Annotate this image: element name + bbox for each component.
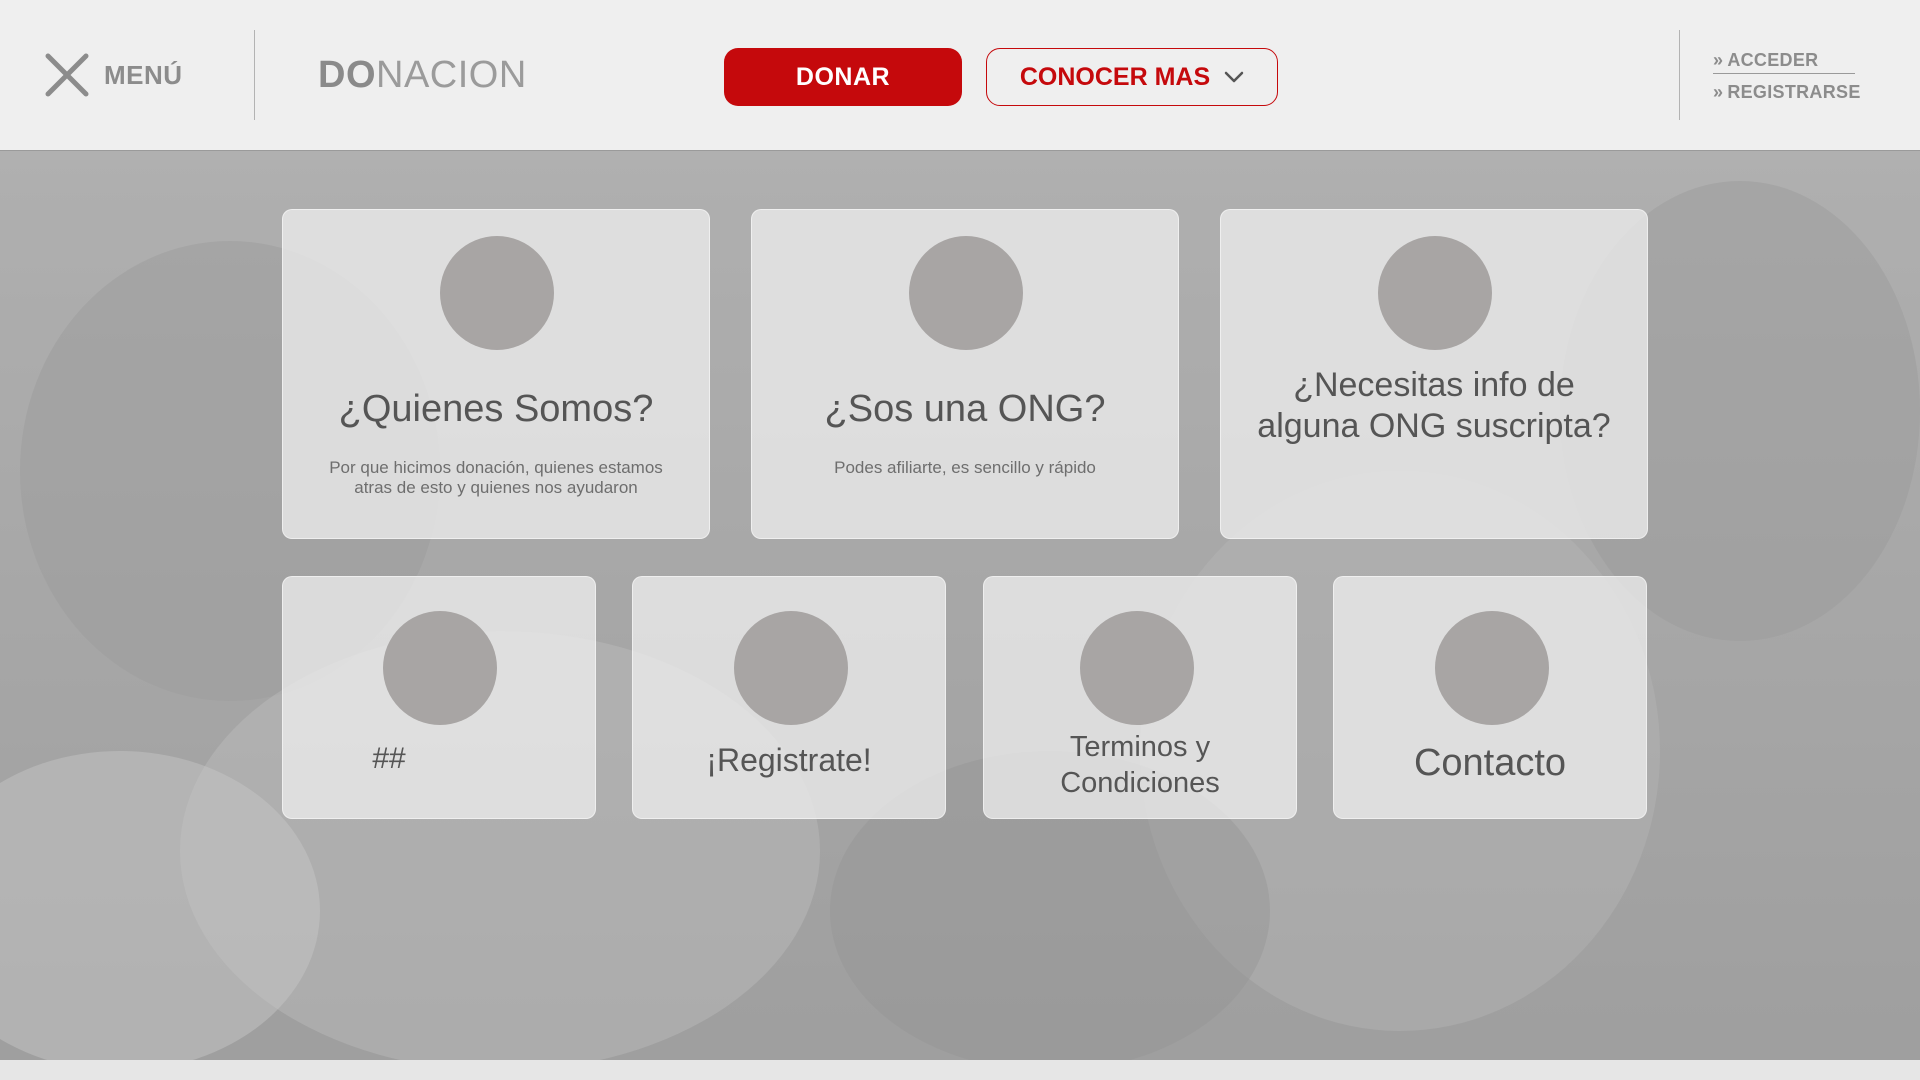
card-title: ¿Necesitas info de alguna ONG suscripta? [1257, 366, 1611, 445]
chevron-down-icon [1224, 71, 1244, 83]
brand-logo[interactable]: DONACION [318, 54, 527, 97]
card-image-placeholder [440, 236, 554, 350]
card-title: Contacto [1413, 742, 1567, 784]
register-link[interactable]: » REGISTRARSE [1713, 82, 1861, 105]
close-icon [45, 53, 89, 97]
card-description: Por que hicimos donación, quienes estamo… [329, 458, 663, 497]
login-label: ACCEDER [1727, 50, 1819, 70]
donate-button[interactable]: DONAR [724, 48, 962, 106]
brand-rest: NACION [376, 54, 527, 96]
card-terminos[interactable]: Terminos y Condiciones [983, 576, 1297, 819]
top-navbar: MENÚ DONACION DONAR CONOCER MAS » ACCEDER… [0, 0, 1920, 151]
learn-more-label: CONOCER MAS [1019, 62, 1211, 91]
login-arrow: » [1713, 50, 1724, 70]
card-image-placeholder [909, 236, 1023, 350]
brand-strong: DO [318, 54, 376, 96]
login-link[interactable]: » ACCEDER [1713, 50, 1855, 74]
card-image-placeholder [383, 611, 497, 725]
card-info-ong[interactable]: ¿Necesitas info de alguna ONG suscripta? [1220, 209, 1648, 539]
auth-links: » ACCEDER » REGISTRARSE [1713, 50, 1861, 105]
card-title: ## [372, 742, 406, 775]
card-image-placeholder [734, 611, 848, 725]
card-sos-una-ong[interactable]: ¿Sos una ONG? Podes afiliarte, es sencil… [751, 209, 1179, 539]
footer-strip [0, 1060, 1920, 1080]
card-title: ¿Sos una ONG? [824, 388, 1106, 430]
header-divider-right [1679, 30, 1680, 120]
card-title: Terminos y Condiciones [1060, 731, 1220, 799]
learn-more-dropdown[interactable]: CONOCER MAS [986, 48, 1278, 106]
card-placeholder[interactable]: ## [282, 576, 596, 819]
card-description: Podes afiliarte, es sencillo y rápido [834, 458, 1096, 477]
card-registrate[interactable]: ¡Registrate! [632, 576, 946, 819]
card-image-placeholder [1435, 611, 1549, 725]
menu-label: MENÚ [104, 59, 183, 90]
header-divider-left [254, 30, 255, 120]
card-image-placeholder [1378, 236, 1492, 350]
card-title: ¿Quienes Somos? [338, 388, 654, 430]
card-image-placeholder [1080, 611, 1194, 725]
card-quienes-somos[interactable]: ¿Quienes Somos? Por que hicimos donación… [282, 209, 710, 539]
menu-toggle-button[interactable]: MENÚ [44, 52, 183, 98]
register-arrow: » [1713, 82, 1724, 102]
card-title: ¡Registrate! [706, 742, 872, 778]
card-contacto[interactable]: Contacto [1333, 576, 1647, 819]
register-label: REGISTRARSE [1727, 82, 1861, 102]
